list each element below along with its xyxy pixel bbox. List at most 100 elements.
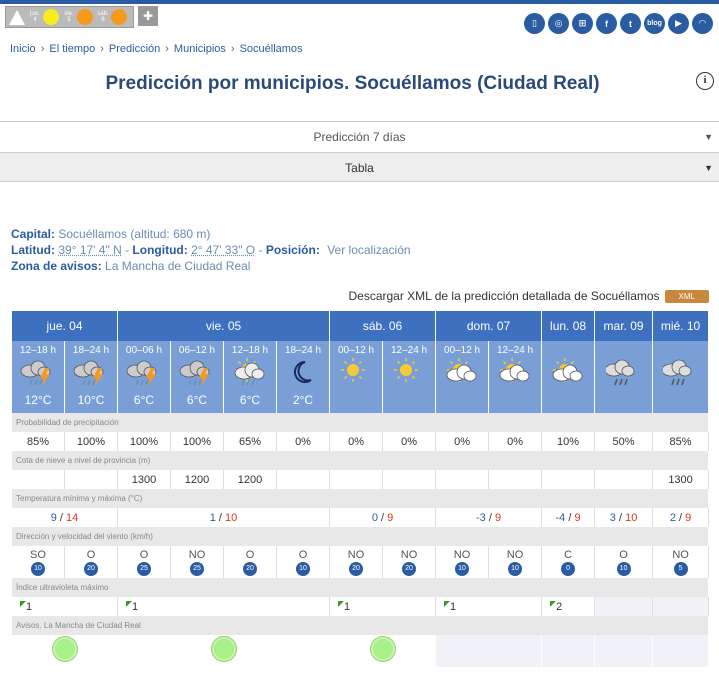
map-icon[interactable]: ✚	[138, 6, 158, 26]
period-label	[594, 341, 654, 356]
xml-badge[interactable]: XML	[664, 289, 709, 303]
info-icon[interactable]: i	[696, 72, 714, 90]
period-label: 06–12 h	[170, 341, 224, 356]
section-header-row: Probabilidad de precipitación	[10, 413, 710, 432]
snow-level-value	[329, 470, 384, 489]
precip-value: 50%	[594, 432, 654, 451]
wind-speed-icon: 25	[137, 561, 151, 576]
breadcrumb-link[interactable]: Municipios	[174, 43, 226, 55]
wind-cell: C0	[541, 546, 596, 578]
uv-cell: 2	[541, 597, 596, 616]
precip-value: 100%	[170, 432, 224, 451]
snow-row: 1300 1200 1200 1300	[11, 470, 710, 489]
breadcrumb-link[interactable]: Inicio	[10, 43, 36, 55]
wind-direction: C	[564, 548, 573, 561]
wind-cell: NO 10	[488, 546, 543, 578]
snow-level-value	[382, 470, 437, 489]
aviso-cell	[435, 635, 543, 667]
period-label	[541, 341, 596, 356]
top-bar	[0, 0, 719, 4]
wind-cell: NO 10	[435, 546, 490, 578]
download-xml[interactable]: Descargar XML de la predicción detallada…	[348, 289, 709, 303]
wind-direction: O	[245, 548, 255, 561]
mobile-icon[interactable]: ▯	[524, 13, 545, 34]
snow-level-value	[488, 470, 543, 489]
precip-value: 10%	[541, 432, 596, 451]
day-header: dom. 07	[435, 311, 543, 341]
tab-seven-days[interactable]: Predicción 7 días ▼	[0, 121, 719, 151]
storm-icon	[117, 356, 171, 393]
green-alert-icon[interactable]	[370, 636, 395, 661]
precip-value: 0%	[275, 432, 331, 451]
max-temp: 9	[387, 511, 394, 524]
period-label: 18–24 h	[64, 341, 118, 356]
section-title: Avisos. La Mancha de Ciudad Real	[10, 616, 710, 635]
green-alert-icon[interactable]	[52, 636, 77, 661]
snow-level-value: 1300	[117, 470, 171, 489]
globe-icon[interactable]: ◎	[548, 13, 569, 34]
longitude-label: Longitud:	[132, 243, 188, 257]
day-header: lun. 08	[541, 311, 596, 341]
snow-level-value	[541, 470, 596, 489]
storm-icon	[170, 356, 224, 393]
wind-direction: NO	[347, 548, 365, 561]
sun-cloud-icon	[541, 356, 596, 393]
uv-value: 2	[556, 600, 563, 613]
min-temp: 3	[609, 511, 616, 524]
rain-icon	[652, 356, 710, 393]
facebook-icon[interactable]: f	[596, 13, 617, 34]
network-icon[interactable]: ⊞	[572, 13, 593, 34]
temperature-value	[382, 393, 437, 413]
day-header: sáb. 06	[329, 311, 437, 341]
zone-line: Zona de avisos: La Mancha de Ciudad Real	[11, 259, 250, 273]
capital-line: Capital: Socuéllamos (altitud: 680 m)	[11, 227, 210, 241]
alerts-widget[interactable]: jue. 4 vie. 5 sáb. 6 ✚	[5, 6, 158, 28]
temperature-value: 6°C	[170, 393, 224, 413]
period-label: 18–24 h	[275, 341, 331, 356]
period-label: 12–18 h	[11, 341, 65, 356]
min-temp: 0	[371, 511, 378, 524]
view-location-link[interactable]: Ver localización	[327, 243, 410, 257]
twitter-icon[interactable]: t	[620, 13, 641, 34]
wind-cell: NO 20	[329, 546, 384, 578]
alert-level-dot[interactable]	[77, 9, 93, 25]
minmax-cell: 1 / 10	[116, 508, 331, 527]
snow-level-value: 1300	[652, 470, 710, 489]
alerts-group[interactable]: jue. 4 vie. 5 sáb. 6	[5, 6, 134, 28]
avisos-row	[11, 635, 710, 667]
blog-icon[interactable]: blog	[644, 13, 665, 34]
chevron-down-icon: ▼	[704, 132, 713, 142]
day-header: vie. 05	[116, 311, 331, 341]
section-header-row: Dirección y velocidad del viento (km/h)	[10, 527, 710, 546]
temperature-value	[652, 393, 710, 413]
aviso-cell	[329, 635, 437, 667]
minmax-cell: 2 / 9	[652, 508, 710, 527]
max-temp: 9	[685, 511, 692, 524]
period-label: 12–24 h	[488, 341, 543, 356]
wind-speed-icon: 20	[243, 561, 257, 576]
section-title: Cota de nieve a nivel de provincia (m)	[10, 451, 710, 470]
wind-direction: O	[139, 548, 149, 561]
day-header-row: jue. 04 vie. 05 sáb. 06 dom. 07 lun. 08 mar. …	[11, 311, 710, 341]
alert-level-dot[interactable]	[43, 9, 59, 25]
period-label: 00–06 h	[117, 341, 171, 356]
section-title: Temperatura mínima y máxima (°C)	[10, 489, 710, 508]
capital-value: Socuéllamos (altitud: 680 m)	[58, 227, 211, 241]
green-alert-icon[interactable]	[211, 636, 236, 661]
breadcrumb-link[interactable]: El tiempo	[49, 43, 95, 55]
youtube-icon[interactable]: ▶	[668, 13, 689, 34]
uv-row: 1 1 1 1 2	[11, 597, 710, 616]
uv-value: 1	[132, 600, 139, 613]
tab-table[interactable]: Tabla ▼	[0, 152, 719, 182]
precip-value: 0%	[435, 432, 490, 451]
precip-value: 65%	[223, 432, 277, 451]
alert-level-dot[interactable]	[111, 9, 127, 25]
temperature-value: 12°C	[11, 393, 65, 413]
breadcrumb-link[interactable]: Predicción	[109, 43, 160, 55]
rss-icon[interactable]: ◠	[692, 13, 713, 34]
uv-value: 1	[450, 600, 457, 613]
day-header: jue. 04	[11, 311, 118, 341]
snow-level-value	[11, 470, 65, 489]
wind-direction: NO	[506, 548, 524, 561]
wind-speed-icon: 25	[190, 561, 204, 576]
